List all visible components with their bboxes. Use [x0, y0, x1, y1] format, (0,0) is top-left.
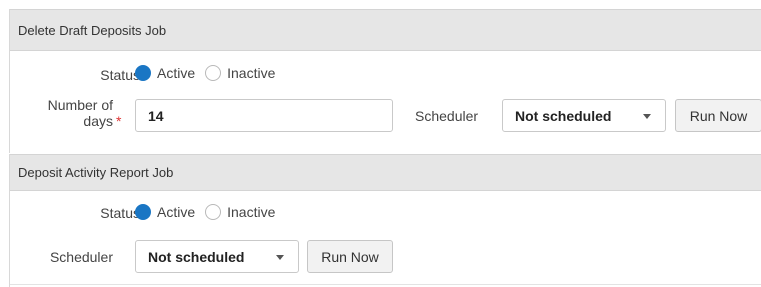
deposit-activity-report-panel: Deposit Activity Report Job Status Activ…: [9, 154, 761, 287]
scheduler-label: Scheduler: [49, 249, 113, 265]
chevron-down-icon: [276, 254, 284, 260]
radio-inactive-label[interactable]: Inactive: [227, 204, 275, 220]
run-now-button[interactable]: Run Now: [307, 240, 393, 273]
radio-active[interactable]: [135, 65, 151, 81]
section-header-activity-report: Deposit Activity Report Job: [10, 154, 761, 191]
days-label-line2: days: [83, 113, 113, 129]
scheduler-select-value: Not scheduled: [148, 248, 245, 265]
scheduler-select[interactable]: Not scheduled: [135, 240, 299, 273]
scheduler-select-value: Not scheduled: [515, 107, 612, 124]
number-of-days-label: Number of days: [10, 97, 113, 129]
status-radio-group: Active Inactive: [135, 65, 285, 81]
scheduler-label: Scheduler: [415, 108, 479, 124]
section-title: Deposit Activity Report Job: [18, 165, 174, 180]
status-label: Status: [100, 205, 140, 221]
section-header-delete-draft: Delete Draft Deposits Job: [10, 9, 761, 51]
delete-draft-deposits-panel: Delete Draft Deposits Job Status Active …: [9, 9, 761, 153]
section-title: Delete Draft Deposits Job: [18, 22, 167, 38]
status-radio-group: Active Inactive: [135, 204, 285, 220]
radio-inactive[interactable]: [205, 65, 222, 81]
status-label: Status: [100, 67, 140, 83]
scheduler-select[interactable]: Not scheduled: [502, 99, 666, 132]
days-label-line1: Number of: [47, 97, 113, 113]
radio-active[interactable]: [135, 204, 151, 220]
required-asterisk: *: [116, 113, 122, 129]
radio-active-label[interactable]: Active: [157, 65, 195, 81]
run-now-button[interactable]: Run Now: [675, 99, 761, 132]
panel-divider: [10, 284, 761, 285]
radio-inactive-label[interactable]: Inactive: [227, 65, 275, 81]
radio-inactive[interactable]: [205, 204, 222, 220]
number-of-days-input[interactable]: 14: [135, 99, 393, 132]
radio-active-label[interactable]: Active: [157, 204, 195, 220]
chevron-down-icon: [643, 113, 651, 119]
